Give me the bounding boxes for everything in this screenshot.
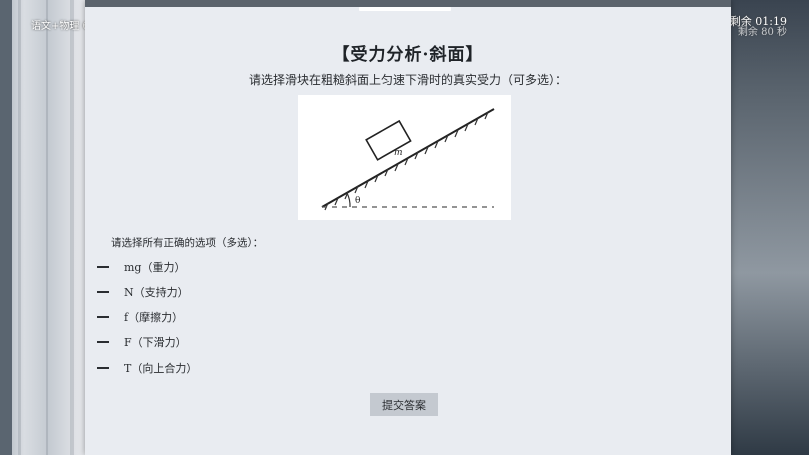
option-label: mg（重力） bbox=[124, 261, 186, 274]
time-remaining-seconds: 剩余 80 秒 bbox=[737, 27, 787, 38]
option-label: F（下滑力） bbox=[124, 336, 187, 349]
option-checkbox[interactable] bbox=[97, 367, 109, 369]
question-dialog: 【受力分析·斜面】 请选择滑块在粗糙斜面上匀速下滑时的真实受力（可多选）： m … bbox=[85, 0, 731, 455]
background-stripe bbox=[18, 0, 21, 455]
angle-arc bbox=[346, 192, 351, 208]
option-checkbox[interactable] bbox=[97, 316, 109, 318]
background-edge bbox=[0, 0, 12, 455]
time-remaining: 剩余 01:19 bbox=[729, 15, 787, 28]
sliding-block bbox=[365, 119, 412, 161]
option-mg[interactable]: mg（重力） bbox=[97, 259, 185, 275]
block-label: m bbox=[394, 148, 403, 158]
option-label: N（支持力） bbox=[124, 286, 189, 299]
dialog-grab-handle[interactable] bbox=[359, 7, 451, 11]
option-F[interactable]: F（下滑力） bbox=[97, 334, 187, 350]
option-n[interactable]: N（支持力） bbox=[97, 284, 189, 300]
incline-diagram: m θ bbox=[298, 95, 511, 220]
dialog-top-bar bbox=[85, 0, 731, 7]
submit-button[interactable]: 提交答案 bbox=[370, 393, 438, 416]
timer: 剩余 01:19 剩余 80 秒 bbox=[730, 16, 787, 38]
option-t[interactable]: T（向上合力） bbox=[97, 360, 197, 376]
background-stripe bbox=[70, 0, 74, 455]
option-checkbox[interactable] bbox=[97, 291, 109, 293]
options-prompt: 请选择所有正确的选项（多选）： bbox=[111, 237, 264, 249]
incline-diagram-svg: m θ bbox=[321, 108, 495, 211]
option-checkbox[interactable] bbox=[97, 341, 109, 343]
question-text: 请选择滑块在粗糙斜面上匀速下滑时的真实受力（可多选）： bbox=[248, 73, 567, 87]
angle-label: θ bbox=[355, 196, 360, 206]
background-right-panel bbox=[729, 0, 809, 455]
option-f[interactable]: f（摩擦力） bbox=[97, 309, 183, 325]
option-label: f（摩擦力） bbox=[124, 311, 184, 324]
option-checkbox[interactable] bbox=[97, 266, 109, 268]
option-label: T（向上合力） bbox=[124, 362, 198, 375]
background-stripe bbox=[46, 0, 48, 455]
dialog-title: 【受力分析·斜面】 bbox=[332, 45, 484, 65]
